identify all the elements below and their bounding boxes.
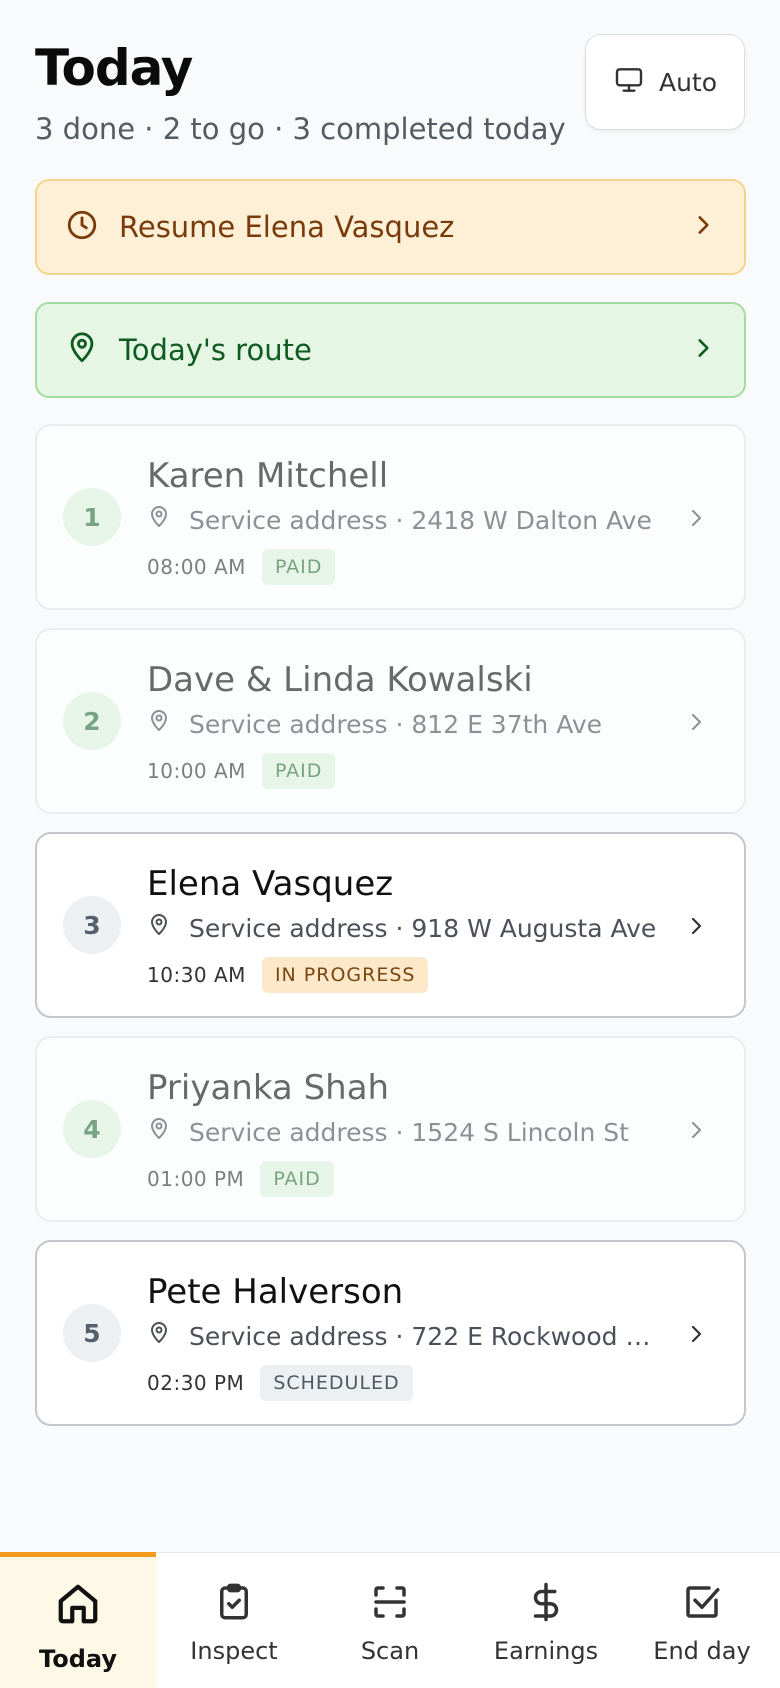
customer-name: Priyanka Shah — [147, 1068, 390, 1108]
appointment-time: 02:30 PM — [147, 1371, 245, 1395]
job-card[interactable]: 2 Dave & Linda Kowalski Service address … — [35, 628, 746, 814]
status-badge: PAID — [261, 549, 336, 585]
display-mode-label: Auto — [658, 67, 718, 97]
customer-name: Dave & Linda Kowalski — [147, 660, 533, 700]
appointment-time: 01:00 PM — [147, 1167, 245, 1191]
service-address: Service address · 918 W Augusta Ave — [189, 913, 657, 943]
display-mode-button[interactable]: Auto — [585, 34, 745, 130]
service-address: Service address · 812 E 37th Ave — [189, 709, 603, 739]
customer-name: Elena Vasquez — [147, 864, 394, 904]
map-pin-icon — [147, 708, 171, 740]
todays-route-label: Today's route — [119, 333, 312, 367]
job-card[interactable]: 4 Priyanka Shah Service address · 1524 S… — [35, 1036, 746, 1222]
job-number: 1 — [63, 488, 121, 546]
resume-job-banner[interactable]: Resume Elena Vasquez — [35, 179, 746, 275]
tab-today[interactable]: Today — [0, 1551, 156, 1688]
service-address: Service address · 2418 W Dalton Ave — [189, 505, 652, 535]
dollar-icon — [525, 1581, 567, 1627]
map-pin-icon — [147, 504, 171, 536]
chevron-right-icon — [690, 212, 716, 242]
job-card[interactable]: 1 Karen Mitchell Service address · 2418 … — [35, 424, 746, 610]
job-card[interactable]: 5 Pete Halverson Service address · 722 E… — [35, 1240, 746, 1426]
map-pin-icon — [147, 1320, 171, 1352]
customer-name: Pete Halverson — [147, 1272, 404, 1312]
scan-icon — [369, 1581, 411, 1627]
tab-inspect[interactable]: Inspect — [156, 1553, 312, 1688]
tab-end-day[interactable]: End day — [624, 1553, 780, 1688]
job-number: 5 — [63, 1304, 121, 1362]
appointment-time: 10:00 AM — [147, 759, 246, 783]
header: Today 3 done · 2 to go · 3 completed tod… — [35, 34, 745, 158]
status-badge: PAID — [261, 753, 336, 789]
status-badge: SCHEDULED — [260, 1365, 413, 1401]
chevron-right-icon — [690, 335, 716, 365]
service-address: Service address · 722 E Rockwood B... — [189, 1321, 659, 1351]
tab-label: End day — [653, 1637, 751, 1665]
chevron-right-icon — [684, 912, 708, 944]
clock-icon — [65, 208, 99, 246]
tab-label: Today — [39, 1644, 117, 1673]
status-badge: PAID — [260, 1161, 334, 1197]
status-badge: IN PROGRESS — [261, 957, 429, 993]
customer-name: Karen Mitchell — [147, 456, 389, 496]
home-icon — [55, 1581, 101, 1631]
job-number: 3 — [63, 896, 121, 954]
chevron-right-icon — [684, 1320, 708, 1352]
bottom-tab-bar: Today Inspect Scan Earnings End day — [0, 1551, 780, 1688]
map-pin-icon — [147, 1116, 171, 1148]
map-pin-icon — [147, 912, 171, 944]
checkbox-icon — [681, 1581, 723, 1627]
todays-route-banner[interactable]: Today's route — [35, 302, 746, 398]
appointment-time: 08:00 AM — [147, 555, 246, 579]
map-pin-icon — [65, 331, 99, 369]
appointment-time: 10:30 AM — [147, 963, 246, 987]
job-card[interactable]: 3 Elena Vasquez Service address · 918 W … — [35, 832, 746, 1018]
monitor-icon — [613, 64, 645, 100]
tab-label: Scan — [360, 1637, 420, 1665]
tab-label: Inspect — [190, 1637, 278, 1665]
job-number: 4 — [63, 1100, 121, 1158]
tab-label: Earnings — [493, 1637, 599, 1665]
tab-earnings[interactable]: Earnings — [468, 1553, 624, 1688]
job-number: 2 — [63, 692, 121, 750]
resume-job-label: Resume Elena Vasquez — [119, 210, 455, 244]
chevron-right-icon — [684, 1116, 708, 1148]
service-address: Service address · 1524 S Lincoln St — [189, 1117, 629, 1147]
chevron-right-icon — [684, 504, 708, 536]
tab-scan[interactable]: Scan — [312, 1553, 468, 1688]
chevron-right-icon — [684, 708, 708, 740]
clipboard-check-icon — [213, 1581, 255, 1627]
